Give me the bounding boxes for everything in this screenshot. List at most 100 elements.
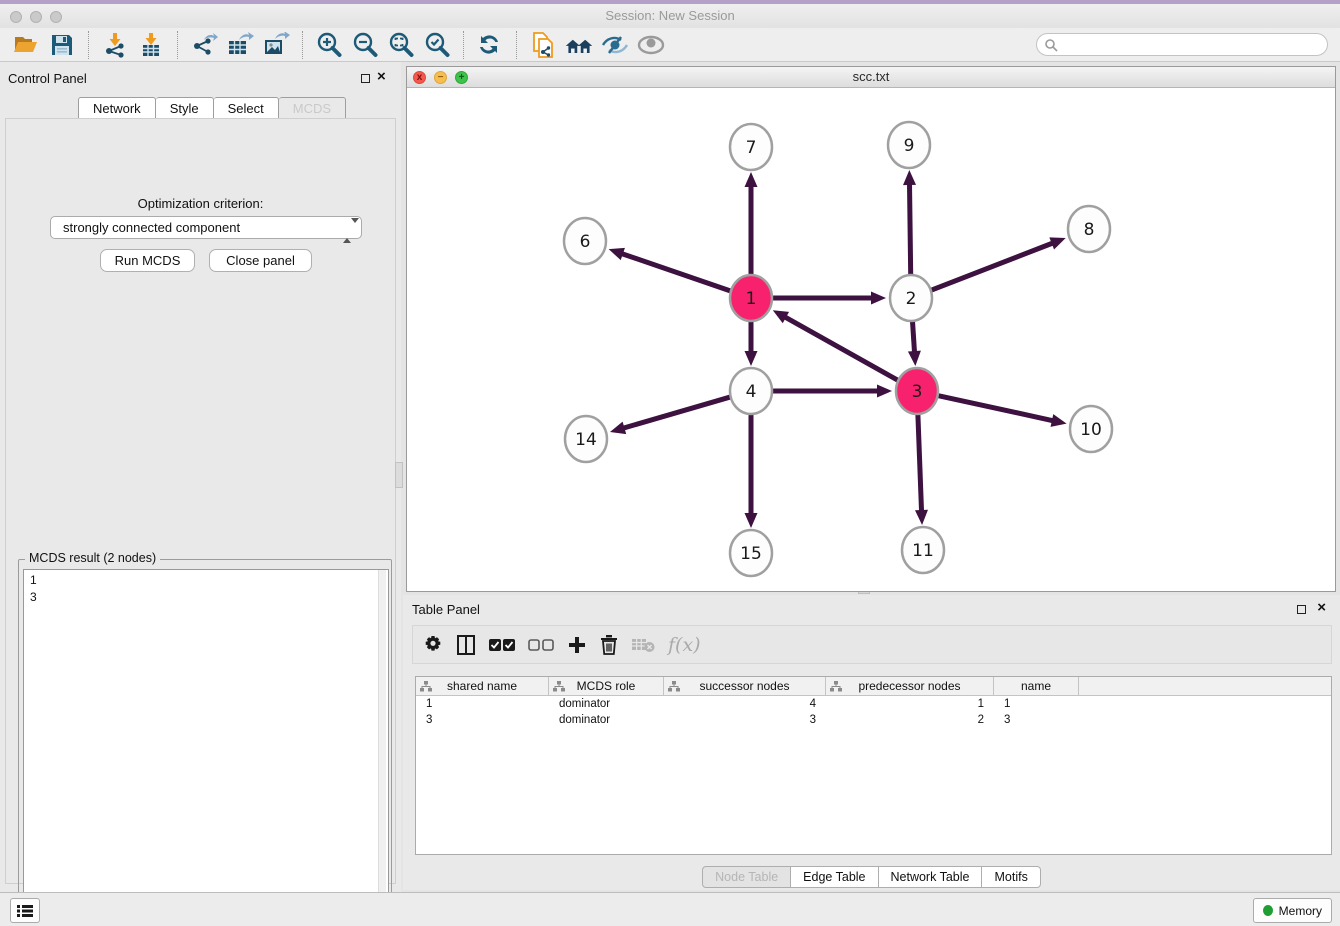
memory-button[interactable]: Memory (1253, 898, 1332, 923)
close-view-icon[interactable]: x (413, 71, 426, 84)
titlebar[interactable]: Session: New Session (0, 4, 1340, 28)
hide-selected-icon[interactable] (600, 31, 630, 59)
deselect-all-checkbox-icon[interactable] (528, 633, 554, 657)
gear-icon[interactable] (423, 633, 443, 657)
graph-edge-arrowhead (1051, 414, 1067, 427)
zoom-fit-icon[interactable] (386, 31, 416, 59)
mcds-result-text[interactable]: 1 3 (23, 569, 389, 919)
table-cell[interactable]: 1 (416, 696, 549, 712)
graph-edge-arrowhead (745, 351, 758, 366)
zoom-selected-icon[interactable] (422, 31, 452, 59)
table-row[interactable]: 3dominator323 (416, 712, 1331, 728)
table-panel-title: Table Panel (412, 602, 480, 617)
graph-edge-arrowhead (903, 170, 916, 185)
delete-column-icon[interactable] (600, 633, 618, 657)
import-table-icon[interactable] (136, 31, 166, 59)
table-cell[interactable]: dominator (549, 696, 664, 712)
export-image-icon[interactable] (261, 31, 291, 59)
split-column-icon[interactable] (456, 633, 476, 657)
graph-node-label-14: 14 (575, 430, 597, 450)
first-neighbors-icon[interactable] (564, 31, 594, 59)
table-cell[interactable]: 3 (416, 712, 549, 728)
criterion-select[interactable]: strongly connected component (50, 216, 362, 239)
tab-node-table[interactable]: Node Table (702, 866, 791, 888)
duplicate-network-icon[interactable] (528, 31, 558, 59)
zoom-in-icon[interactable] (314, 31, 344, 59)
tab-motifs[interactable]: Motifs (982, 866, 1040, 888)
result-scrollbar[interactable] (378, 570, 386, 918)
add-column-icon[interactable] (567, 633, 587, 657)
graph-node-label-2: 2 (906, 289, 917, 309)
table-row[interactable]: 1dominator411 (416, 696, 1331, 712)
tab-style[interactable]: Style (156, 97, 214, 119)
function-builder-icon[interactable]: f(x) (668, 633, 701, 657)
control-panel-header: Control Panel × (0, 62, 401, 92)
float-panel-icon[interactable] (361, 74, 370, 83)
zoom-out-icon[interactable] (350, 31, 380, 59)
window-controls[interactable] (10, 10, 70, 28)
column-header-successor-nodes[interactable]: successor nodes (664, 677, 826, 696)
task-history-button[interactable] (10, 898, 40, 923)
graph-edge-3-1[interactable] (784, 317, 899, 382)
toolbar-separator (463, 31, 464, 59)
close-panel-icon[interactable]: × (377, 68, 386, 86)
column-header-shared-name[interactable]: shared name (416, 677, 549, 696)
table-panel-tabs: Node TableEdge TableNetwork TableMotifs (403, 864, 1340, 890)
column-header-predecessor-nodes[interactable]: predecessor nodes (826, 677, 994, 696)
table-cell[interactable]: 1 (826, 696, 994, 712)
column-header-name[interactable]: name (994, 677, 1079, 696)
close-window-icon[interactable] (10, 11, 22, 23)
minimize-view-icon[interactable]: − (434, 71, 447, 84)
table-cell[interactable]: 3 (994, 712, 1079, 728)
close-table-panel-icon[interactable]: × (1317, 599, 1326, 617)
vertical-split-handle[interactable] (395, 462, 403, 488)
export-network-icon[interactable] (189, 31, 219, 59)
graph-edge-arrowhead (915, 510, 928, 525)
graph-edge-2-9[interactable] (909, 183, 910, 278)
network-window-titlebar[interactable]: x − + scc.txt (407, 67, 1335, 88)
tab-mcds[interactable]: MCDS (279, 97, 346, 119)
tab-select[interactable]: Select (214, 97, 279, 119)
graph-edge-3-10[interactable] (937, 395, 1054, 421)
table-cell[interactable]: 2 (826, 712, 994, 728)
control-panel-title: Control Panel (8, 71, 87, 86)
maximize-view-icon[interactable]: + (455, 71, 468, 84)
graph-node-label-9: 9 (904, 136, 915, 156)
refresh-layout-icon[interactable] (475, 31, 505, 59)
mcds-result-title: MCDS result (2 nodes) (25, 551, 160, 565)
graph-edge-2-3[interactable] (912, 318, 914, 353)
select-all-checkbox-icon[interactable] (489, 633, 515, 657)
import-network-icon[interactable] (100, 31, 130, 59)
delete-table-icon[interactable] (631, 633, 655, 657)
graph-svg: 1234678910111415 (407, 88, 1335, 591)
export-table-icon[interactable] (225, 31, 255, 59)
graph-edge-arrowhead (745, 172, 758, 187)
graph-edge-4-14[interactable] (622, 397, 731, 429)
table-cell[interactable]: dominator (549, 712, 664, 728)
tab-network[interactable]: Network (78, 97, 156, 119)
control-panel-tabs: NetworkStyleSelectMCDS (78, 97, 346, 119)
search-input[interactable] (1036, 33, 1328, 56)
maximize-window-icon[interactable] (50, 11, 62, 23)
minimize-window-icon[interactable] (30, 11, 42, 23)
tab-network-table[interactable]: Network Table (879, 866, 983, 888)
float-table-panel-icon[interactable] (1297, 605, 1306, 614)
graph-edge-arrowhead (1049, 237, 1065, 249)
close-panel-button[interactable]: Close panel (209, 249, 312, 272)
table-cell[interactable]: 4 (664, 696, 826, 712)
show-all-icon[interactable] (636, 31, 666, 59)
table-cell[interactable]: 1 (994, 696, 1079, 712)
memory-status-icon (1263, 905, 1273, 916)
table-cell[interactable]: 3 (664, 712, 826, 728)
graph-edge-arrowhead (745, 513, 758, 528)
run-mcds-button[interactable]: Run MCDS (100, 249, 195, 272)
graph-edge-1-6[interactable] (621, 253, 732, 291)
graph-edge-3-11[interactable] (918, 411, 922, 512)
network-canvas[interactable]: 1234678910111415 (407, 88, 1335, 591)
column-header-MCDS-role[interactable]: MCDS role (549, 677, 664, 696)
save-session-icon[interactable] (47, 31, 77, 59)
open-session-icon[interactable] (11, 31, 41, 59)
tab-edge-table[interactable]: Edge Table (791, 866, 878, 888)
graph-edge-2-8[interactable] (930, 243, 1054, 291)
graph-edge-arrowhead (877, 385, 892, 398)
